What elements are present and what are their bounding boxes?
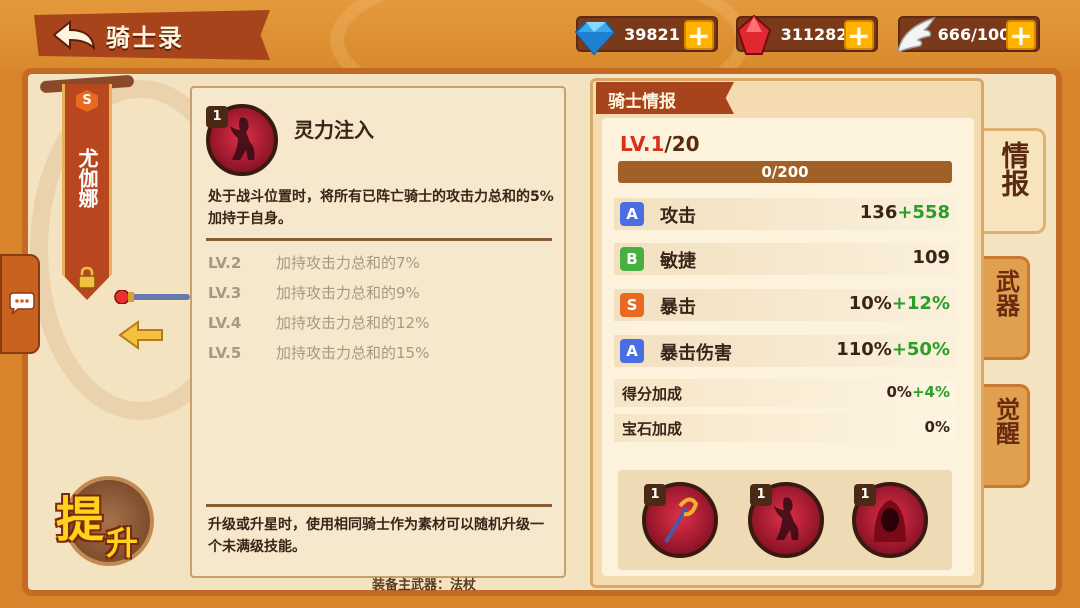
stat-grade-badge: S: [620, 293, 644, 317]
stat-grade-badge: B: [620, 247, 644, 271]
skill-level-label: LV.5: [208, 344, 242, 362]
tab-awaken[interactable]: 觉醒: [984, 384, 1030, 488]
lock-icon[interactable]: [76, 266, 98, 290]
upgrade-label-char2: 升: [106, 524, 139, 562]
divider: [206, 238, 552, 241]
stat-base: 136: [859, 202, 898, 223]
skill-level-badge: 1: [206, 106, 228, 128]
hero-name: 尤伽娜: [62, 148, 112, 213]
stat-bonus: +4%: [911, 383, 950, 401]
skill-detail-panel: 1 灵力注入 处于战斗位置时，将所有已阵亡骑士的攻击力总和的5%加持于自身。 L…: [190, 86, 566, 578]
skill-level-label: LV.3: [208, 284, 242, 302]
stat-value: 0%: [925, 418, 950, 436]
skill-level-row: LV.2 加持攻击力总和的7%: [208, 252, 420, 273]
equipment-note: 装备主武器：法杖: [372, 578, 477, 593]
skill-level-effect: 加持攻击力总和的15%: [276, 344, 430, 362]
stat-name: 敏捷: [660, 251, 696, 272]
stat-base: 0%: [886, 383, 912, 401]
currency-diamond: 39821 +: [574, 16, 718, 56]
stat-row-gem-bonus: 宝石加成 0%: [614, 414, 956, 442]
stat-base: 10%: [848, 293, 892, 314]
previous-hero-arrow-icon[interactable]: [118, 320, 164, 350]
stat-name: 得分加成: [622, 385, 683, 403]
stat-grade-badge: A: [620, 339, 644, 363]
diamond-count: 39821: [624, 25, 680, 44]
add-ruby-button[interactable]: +: [844, 20, 874, 50]
skill-footer-note: 升级或升星时，使用相同骑士作为素材可以随机升级一个未满级技能。: [208, 517, 544, 555]
ruby-count: 311282: [780, 25, 848, 44]
add-diamond-button[interactable]: +: [684, 20, 714, 50]
back-button[interactable]: [52, 19, 98, 51]
skill-level-label: LV.2: [208, 254, 242, 272]
skill-level-badge: 1: [854, 484, 876, 506]
skill-level-effect: 加持攻击力总和的12%: [276, 314, 430, 332]
tab-info[interactable]: 情报: [984, 128, 1046, 234]
skill-slot-staff[interactable]: 1: [642, 482, 718, 558]
skill-level-row: LV.4 加持攻击力总和的12%: [208, 312, 429, 333]
stat-base: 109: [912, 247, 950, 268]
tab-weapon-label: 武器: [991, 269, 1020, 317]
back-arrow-icon: [52, 19, 96, 51]
currency-wing: 666/100 +: [897, 16, 1040, 54]
stat-row-attack: A 攻击 136+558: [614, 198, 956, 230]
stat-base: 110%: [836, 339, 892, 360]
stat-value: 109: [912, 247, 950, 268]
stat-name: 宝石加成: [622, 420, 683, 438]
stat-bonus: +558: [897, 202, 950, 223]
divider: [206, 504, 552, 507]
currency-ruby: 311282 +: [736, 14, 878, 55]
upgrade-label-char1: 提: [56, 492, 105, 548]
stat-value: 10%+12%: [849, 293, 950, 314]
stat-name: 暴击伤害: [660, 343, 732, 364]
knight-info-header: 骑士情报: [596, 82, 734, 114]
stat-base: 0%: [924, 418, 950, 436]
stat-row-crit: S 暴击 10%+12%: [614, 289, 956, 321]
skill-name: 灵力注入: [294, 118, 374, 142]
chat-bubble-icon: [9, 292, 35, 315]
skill-slot-spirit[interactable]: 1: [748, 482, 824, 558]
knight-level: LV.1/20: [620, 132, 700, 156]
stat-name: 暴击: [660, 297, 696, 318]
skill-level-effect: 加持攻击力总和的9%: [276, 284, 420, 302]
stat-row-agility: B 敏捷 109: [614, 243, 956, 275]
stat-value: 0%+4%: [886, 383, 950, 401]
skill-description: 处于战斗位置时，将所有已阵亡骑士的攻击力总和的5%加持于自身。: [208, 189, 554, 227]
hero-name-text: 尤伽娜: [75, 148, 99, 208]
stat-bonus: +12%: [891, 293, 950, 314]
stat-name: 攻击: [660, 206, 696, 227]
knight-level-current: LV.1: [620, 132, 665, 156]
stat-row-score-bonus: 得分加成 0%+4%: [614, 379, 956, 407]
exp-text: 0/200: [761, 163, 809, 181]
upgrade-button[interactable]: 提 升: [52, 466, 162, 576]
stat-value: 136+558: [860, 202, 950, 223]
tab-info-label: 情报: [997, 141, 1031, 197]
diamond-icon: [574, 21, 616, 56]
tab-weapon[interactable]: 武器: [984, 256, 1030, 360]
knight-level-max: /20: [664, 132, 700, 156]
skill-level-label: LV.4: [208, 314, 242, 332]
tab-awaken-label: 觉醒: [991, 397, 1020, 445]
skill-level-badge: 1: [644, 484, 666, 506]
staff-weapon-icon: [114, 290, 190, 304]
stat-bonus: +50%: [891, 339, 950, 360]
chat-button[interactable]: [0, 254, 40, 354]
add-wing-button[interactable]: +: [1006, 20, 1036, 50]
ruby-icon: [736, 14, 772, 55]
wing-count: 666/100: [937, 25, 1011, 44]
stat-grade-badge: A: [620, 202, 644, 226]
skill-level-badge: 1: [750, 484, 772, 506]
page-title: 骑士录: [106, 23, 184, 52]
stat-row-crit-damage: A 暴击伤害 110%+50%: [614, 335, 956, 367]
skill-slot-hood[interactable]: 1: [852, 482, 928, 558]
skill-level-row: LV.5 加持攻击力总和的15%: [208, 342, 429, 363]
skill-level-row: LV.3 加持攻击力总和的9%: [208, 282, 420, 303]
skill-level-effect: 加持攻击力总和的7%: [276, 254, 420, 272]
wing-icon: [897, 16, 936, 54]
title-banner: 骑士录: [34, 10, 270, 60]
stat-value: 110%+50%: [836, 339, 950, 360]
